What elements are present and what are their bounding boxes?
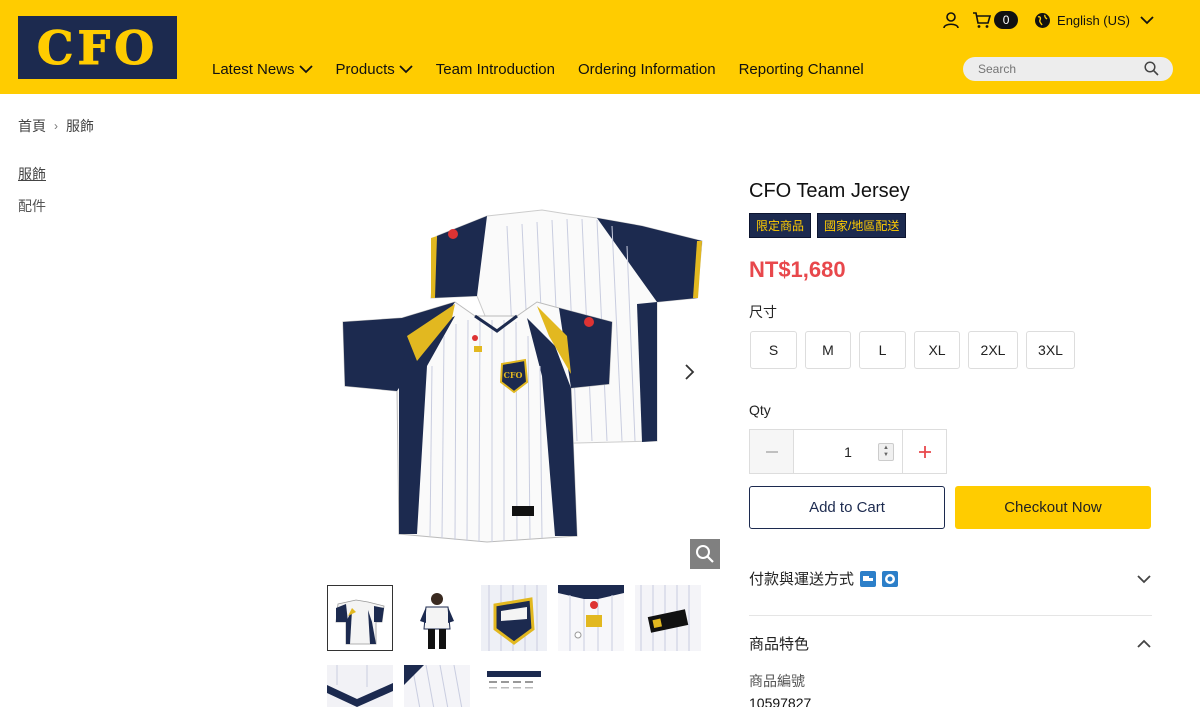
product-title: CFO Team Jersey — [749, 180, 910, 202]
breadcrumb-home[interactable]: 首頁 — [18, 116, 46, 136]
nav-label: Team Introduction — [435, 60, 555, 78]
accordion-title: 商品特色 — [749, 636, 810, 653]
size-option-s[interactable]: S — [750, 331, 797, 369]
chevron-right-icon[interactable] — [680, 362, 698, 382]
accordion-divider — [749, 615, 1152, 616]
thumbnail-item[interactable] — [327, 665, 393, 707]
thumbnail-item[interactable] — [635, 585, 701, 651]
category-sidebar: 服飾 配件 — [18, 164, 46, 228]
globe-icon — [1035, 12, 1051, 28]
add-to-cart-button[interactable]: Add to Cart — [749, 486, 945, 529]
checkout-now-button[interactable]: Checkout Now — [955, 486, 1151, 529]
quantity-stepper: 1 ▲ ▼ — [749, 429, 947, 474]
chevron-down-icon — [1140, 16, 1154, 25]
sku-value: 10597827 — [749, 695, 812, 707]
globe-icon — [882, 570, 899, 587]
breadcrumb: 首頁 › 服飾 — [18, 116, 94, 136]
header-tools: 0 English (US) — [942, 8, 1154, 32]
size-option-m[interactable]: M — [805, 331, 851, 369]
qty-label: Qty — [749, 402, 771, 418]
nav-ordering-information[interactable]: Ordering Information — [578, 58, 716, 80]
size-option-2xl[interactable]: 2XL — [968, 331, 1018, 369]
nav-team-introduction[interactable]: Team Introduction — [436, 58, 555, 80]
search-icon[interactable] — [1144, 61, 1159, 76]
user-icon[interactable] — [942, 11, 960, 29]
nav-label: Reporting Channel — [738, 60, 864, 78]
size-options: S M L XL 2XL 3XL — [750, 331, 1075, 369]
language-selector[interactable]: English (US) — [1034, 12, 1154, 29]
product-price: NT$1,680 — [749, 257, 846, 282]
chevron-down-icon — [399, 65, 413, 74]
qty-value: 1 — [844, 443, 852, 460]
cart-icon — [973, 12, 992, 28]
product-main-image[interactable]: CFO — [327, 186, 720, 571]
thumbnail-item[interactable] — [327, 585, 393, 651]
category-apparel[interactable]: 服飾 — [18, 164, 46, 184]
nav-label: Products — [335, 60, 395, 78]
tag-limited: 限定商品 — [749, 213, 812, 238]
thumbnail-item[interactable] — [481, 585, 547, 651]
chevron-up-icon — [1137, 639, 1151, 648]
chevron-down-icon — [1137, 574, 1151, 583]
site-header: CFO Latest News Products Team Introducti… — [0, 0, 1200, 94]
nav-reporting-channel[interactable]: Reporting Channel — [739, 58, 864, 80]
size-option-3xl[interactable]: 3XL — [1026, 331, 1075, 369]
qty-spinner[interactable]: ▲ ▼ — [878, 443, 894, 461]
plus-icon — [918, 445, 931, 458]
jersey-front-view: CFO — [342, 301, 613, 543]
breadcrumb-current[interactable]: 服飾 — [66, 116, 94, 136]
thumbnail-item[interactable] — [481, 665, 547, 707]
logo-text: CFO — [36, 20, 159, 75]
thumbnail-item[interactable] — [558, 585, 624, 651]
language-label: English (US) — [1057, 12, 1130, 28]
size-option-l[interactable]: L — [859, 331, 906, 369]
jersey-crest-text: CFO — [503, 370, 522, 380]
nav-latest-news[interactable]: Latest News — [212, 58, 313, 80]
magnifier-icon — [696, 545, 714, 563]
cart-button[interactable]: 0 — [972, 11, 1019, 29]
tag-region-shipping: 國家/地區配送 — [817, 213, 907, 238]
zoom-button[interactable] — [690, 539, 720, 569]
thumbnail-item[interactable] — [404, 585, 470, 651]
size-label: 尺寸 — [749, 304, 777, 320]
search-input[interactable] — [978, 62, 1138, 76]
qty-increase-button[interactable] — [902, 430, 946, 473]
cart-count-badge: 0 — [994, 11, 1019, 29]
search-bar — [963, 57, 1173, 81]
accordion-features[interactable]: 商品特色 — [749, 633, 1152, 654]
product-tags: 限定商品 國家/地區配送 — [749, 213, 907, 238]
qty-decrease-button[interactable] — [750, 430, 794, 473]
sku-label: 商品編號 — [749, 673, 805, 689]
breadcrumb-separator: › — [54, 119, 58, 133]
nav-label: Latest News — [212, 60, 295, 78]
nav-label: Ordering Information — [577, 60, 716, 78]
qty-input[interactable]: 1 ▲ ▼ — [794, 430, 902, 473]
delivery-truck-icon — [860, 570, 877, 587]
accordion-title: 付款與運送方式 — [749, 571, 855, 588]
accordion-payment-shipping[interactable]: 付款與運送方式 — [749, 568, 1152, 589]
minus-icon — [765, 450, 778, 453]
chevron-down-icon — [298, 65, 313, 74]
thumbnail-item[interactable] — [404, 665, 470, 707]
category-accessories[interactable]: 配件 — [18, 196, 46, 216]
main-nav: Latest News Products Team Introduction O… — [212, 58, 887, 80]
nav-products[interactable]: Products — [336, 58, 413, 80]
site-logo[interactable]: CFO — [18, 16, 177, 79]
size-option-xl[interactable]: XL — [914, 331, 960, 369]
